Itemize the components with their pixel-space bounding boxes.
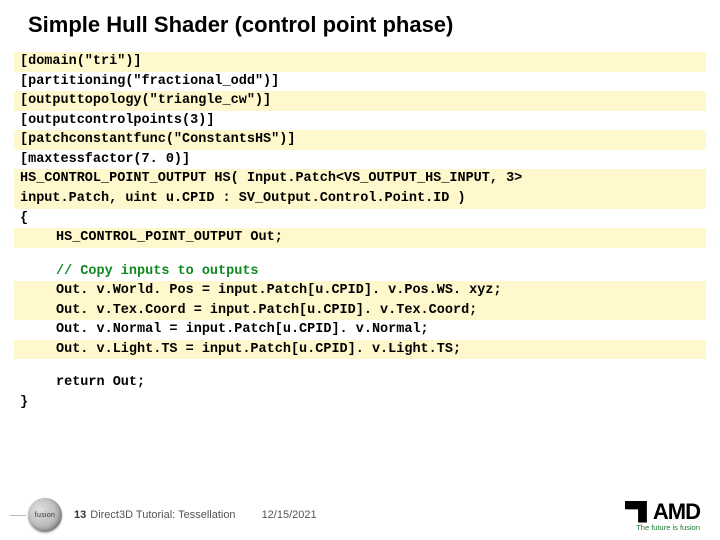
code-line: HS_CONTROL_POINT_OUTPUT HS( Input.Patch<…: [14, 169, 706, 189]
code-line: [patchconstantfunc("ConstantsHS")]: [14, 130, 706, 150]
page-number: 13: [74, 509, 86, 521]
code-line: Out. v.Normal = input.Patch[u.CPID]. v.N…: [14, 320, 706, 340]
code-line: input.Patch, uint u.CPID : SV_Output.Con…: [14, 189, 706, 209]
footer: fusion 13 Direct3D Tutorial: Tessellatio…: [0, 490, 720, 540]
code-line: [partitioning("fractional_odd")]: [14, 72, 706, 92]
amd-wordmark: AMD: [653, 499, 700, 525]
code-line: HS_CONTROL_POINT_OUTPUT Out;: [14, 228, 706, 248]
fusion-badge-label: fusion: [35, 512, 55, 519]
code-line: {: [14, 209, 706, 229]
amd-logo: AMD The future is fusion: [625, 499, 700, 532]
slide-title: Simple Hull Shader (control point phase): [0, 0, 720, 52]
code-comment: // Copy inputs to outputs: [14, 262, 706, 282]
code-line: Out. v.Tex.Coord = input.Patch[u.CPID]. …: [14, 301, 706, 321]
footer-text: Direct3D Tutorial: Tessellation: [90, 509, 235, 521]
code-line: [domain("tri")]: [14, 52, 706, 72]
footer-date: 12/15/2021: [262, 509, 317, 521]
code-block: [domain("tri")] [partitioning("fractiona…: [14, 52, 706, 413]
code-line: Out. v.Light.TS = input.Patch[u.CPID]. v…: [14, 340, 706, 360]
code-line: [outputtopology("triangle_cw")]: [14, 91, 706, 111]
code-line: }: [14, 393, 706, 413]
blank-line: [14, 359, 706, 373]
code-line: Out. v.World. Pos = input.Patch[u.CPID].…: [14, 281, 706, 301]
code-line: return Out;: [14, 373, 706, 393]
blank-line: [14, 248, 706, 262]
code-line: [outputcontrolpoints(3)]: [14, 111, 706, 131]
code-line: [maxtessfactor(7. 0)]: [14, 150, 706, 170]
fusion-badge-icon: fusion: [28, 498, 62, 532]
amd-mark-icon: [625, 501, 647, 523]
amd-tagline: The future is fusion: [636, 523, 700, 532]
